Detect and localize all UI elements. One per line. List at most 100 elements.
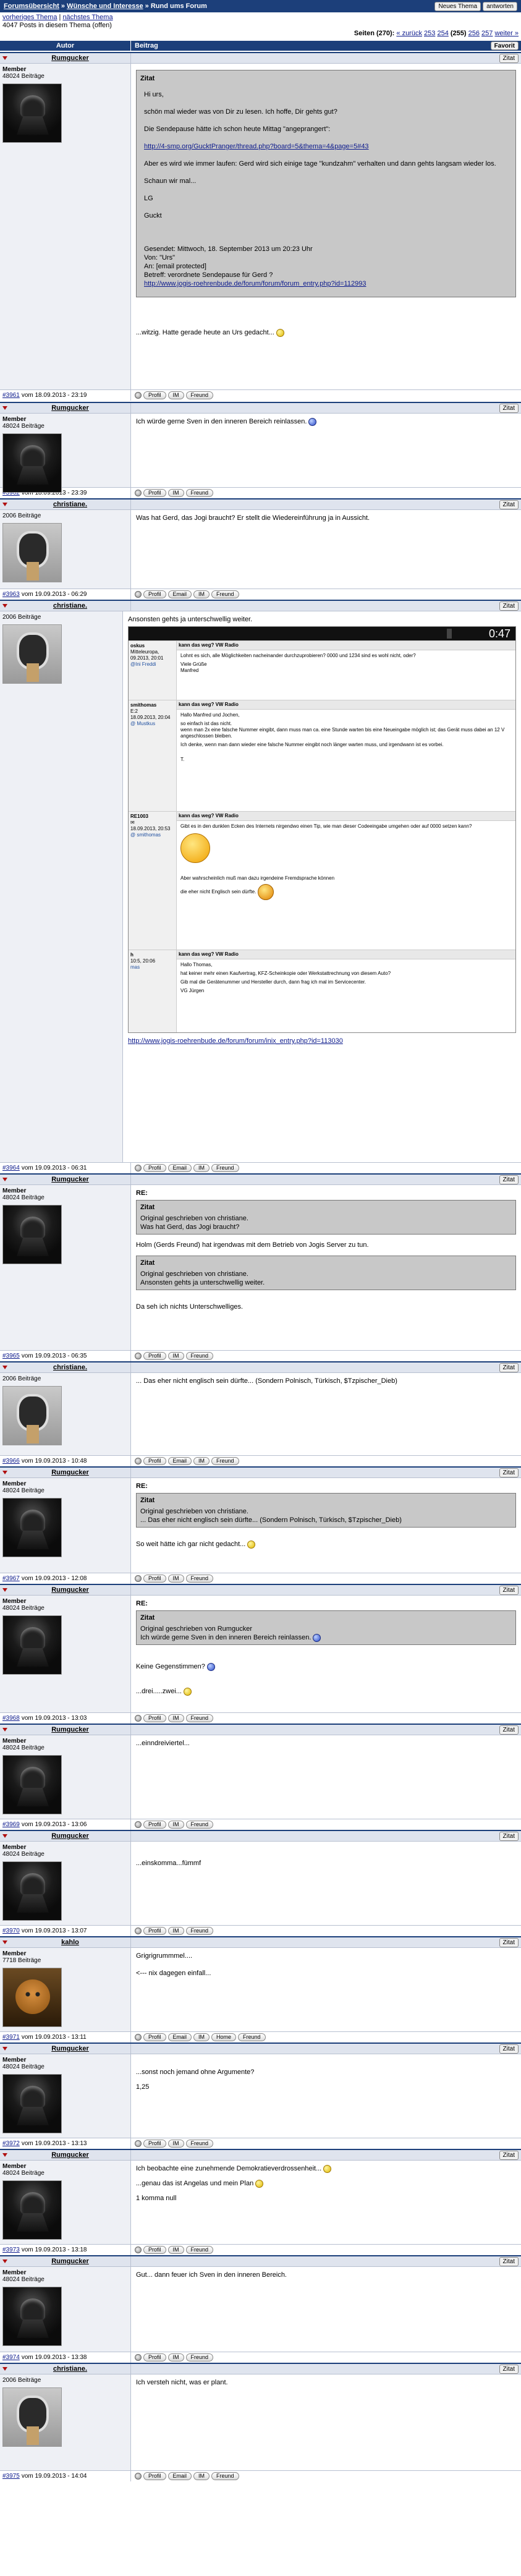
pagination-prev[interactable]: « zurück xyxy=(396,30,422,37)
friend-button[interactable]: Freund xyxy=(185,2353,214,2361)
friend-button[interactable]: Freund xyxy=(185,1575,214,1583)
post-number-link[interactable]: #3963 xyxy=(2,591,20,598)
friend-button[interactable]: Freund xyxy=(185,2140,214,2148)
post-number-link[interactable]: #3964 xyxy=(2,1165,20,1171)
reply-button[interactable]: antworten xyxy=(483,1,517,11)
profile-button[interactable]: Profil xyxy=(143,1457,166,1465)
friend-button[interactable]: Freund xyxy=(211,1457,239,1465)
profile-button[interactable]: Profil xyxy=(143,2353,166,2361)
profile-button[interactable]: Profil xyxy=(143,2472,166,2480)
post-number-link[interactable]: #3975 xyxy=(2,2473,20,2480)
post-number-link[interactable]: #3968 xyxy=(2,1715,20,1722)
quote-button[interactable]: Zitat xyxy=(499,1468,519,1477)
quote-link[interactable]: http://4-smp.org/GucktPranger/thread.php… xyxy=(144,143,369,150)
im-button[interactable]: IM xyxy=(167,1352,184,1360)
username[interactable]: christiane. xyxy=(10,602,130,610)
profile-button[interactable]: Profil xyxy=(143,489,166,497)
username[interactable]: Rumgucker xyxy=(10,404,130,412)
im-button[interactable]: IM xyxy=(167,1714,184,1722)
im-button[interactable]: IM xyxy=(193,1457,210,1465)
home-button[interactable]: Home xyxy=(211,2033,237,2041)
profile-button[interactable]: Profil xyxy=(143,1714,166,1722)
friend-button[interactable]: Freund xyxy=(185,1352,214,1360)
friend-button[interactable]: Freund xyxy=(185,1927,214,1935)
profile-button[interactable]: Profil xyxy=(143,391,166,399)
im-button[interactable]: IM xyxy=(167,2140,184,2148)
username[interactable]: christiane. xyxy=(10,2365,130,2373)
quote-button[interactable]: Zitat xyxy=(499,403,519,413)
email-button[interactable]: Email xyxy=(167,2033,192,2041)
username[interactable]: Rumgucker xyxy=(10,2151,130,2159)
quote-button[interactable]: Zitat xyxy=(499,2150,519,2160)
prev-topic-link[interactable]: vorheriges Thema xyxy=(2,14,57,21)
email-button[interactable]: Email xyxy=(167,590,192,598)
quote-button[interactable]: Zitat xyxy=(499,1362,519,1372)
quote-button[interactable]: Zitat xyxy=(499,1725,519,1735)
quote-button[interactable]: Zitat xyxy=(499,499,519,509)
username[interactable]: christiane. xyxy=(10,1364,130,1371)
profile-button[interactable]: Profil xyxy=(143,1575,166,1583)
username[interactable]: kahlo xyxy=(10,1939,130,1946)
username[interactable]: Rumgucker xyxy=(10,1832,130,1840)
email-button[interactable]: Email xyxy=(167,2472,192,2480)
post-number-link[interactable]: #3973 xyxy=(2,2247,20,2253)
new-topic-button[interactable]: Neues Thema xyxy=(434,1,481,11)
pagination-page[interactable]: 254 xyxy=(437,30,448,37)
friend-button[interactable]: Freund xyxy=(185,2246,214,2254)
quote-button[interactable]: Zitat xyxy=(499,601,519,611)
username[interactable]: Rumgucker xyxy=(10,2258,130,2265)
friend-button[interactable]: Freund xyxy=(185,1821,214,1829)
quote-link[interactable]: http://www.jogis-roehrenbude.de/forum/fo… xyxy=(144,280,366,287)
username[interactable]: Rumgucker xyxy=(10,54,130,62)
im-button[interactable]: IM xyxy=(167,1927,184,1935)
post-number-link[interactable]: #3971 xyxy=(2,2034,20,2041)
post-number-link[interactable]: #3967 xyxy=(2,1575,20,1582)
post-number-link[interactable]: #3974 xyxy=(2,2354,20,2361)
im-button[interactable]: IM xyxy=(167,1821,184,1829)
quote-button[interactable]: Zitat xyxy=(499,2364,519,2374)
post-number-link[interactable]: #3965 xyxy=(2,1353,20,1359)
username[interactable]: Rumgucker xyxy=(10,1176,130,1183)
friend-button[interactable]: Freund xyxy=(185,489,214,497)
quote-button[interactable]: Zitat xyxy=(499,2256,519,2266)
profile-button[interactable]: Profil xyxy=(143,2140,166,2148)
next-topic-link[interactable]: nächstes Thema xyxy=(62,14,112,21)
profile-button[interactable]: Profil xyxy=(143,590,166,598)
profile-button[interactable]: Profil xyxy=(143,2033,166,2041)
post-number-link[interactable]: #3966 xyxy=(2,1458,20,1464)
quote-button[interactable]: Zitat xyxy=(499,2044,519,2054)
quote-button[interactable]: Zitat xyxy=(499,1175,519,1184)
quote-button[interactable]: Zitat xyxy=(499,53,519,63)
im-button[interactable]: IM xyxy=(193,2033,210,2041)
username[interactable]: christiane. xyxy=(10,501,130,508)
friend-button[interactable]: Freund xyxy=(211,1164,239,1172)
im-button[interactable]: IM xyxy=(167,489,184,497)
friend-button[interactable]: Freund xyxy=(211,590,239,598)
username[interactable]: Rumgucker xyxy=(10,1469,130,1476)
username[interactable]: Rumgucker xyxy=(10,1586,130,1594)
post-number-link[interactable]: #3969 xyxy=(2,1821,20,1828)
im-button[interactable]: IM xyxy=(193,1164,210,1172)
profile-button[interactable]: Profil xyxy=(143,2246,166,2254)
post-number-link[interactable]: #3970 xyxy=(2,1928,20,1934)
im-button[interactable]: IM xyxy=(193,590,210,598)
pagination-next[interactable]: weiter » xyxy=(494,30,519,37)
profile-button[interactable]: Profil xyxy=(143,1352,166,1360)
crumb-forum-overview[interactable]: Forumsübersicht xyxy=(4,2,59,10)
im-button[interactable]: IM xyxy=(193,2472,210,2480)
post-number-link[interactable]: #3961 xyxy=(2,392,20,399)
im-button[interactable]: IM xyxy=(167,2353,184,2361)
username[interactable]: Rumgucker xyxy=(10,1726,130,1733)
im-button[interactable]: IM xyxy=(167,2246,184,2254)
email-button[interactable]: Email xyxy=(167,1164,192,1172)
friend-button[interactable]: Freund xyxy=(211,2472,239,2480)
im-button[interactable]: IM xyxy=(167,391,184,399)
crumb-wishes[interactable]: Wünsche und Interesse xyxy=(67,2,143,10)
profile-button[interactable]: Profil xyxy=(143,1927,166,1935)
profile-button[interactable]: Profil xyxy=(143,1164,166,1172)
friend-button[interactable]: Freund xyxy=(185,391,214,399)
pagination-page[interactable]: 253 xyxy=(424,30,435,37)
quote-button[interactable]: Zitat xyxy=(499,1585,519,1595)
friend-button[interactable]: Freund xyxy=(185,1714,214,1722)
post-number-link[interactable]: #3972 xyxy=(2,2140,20,2147)
